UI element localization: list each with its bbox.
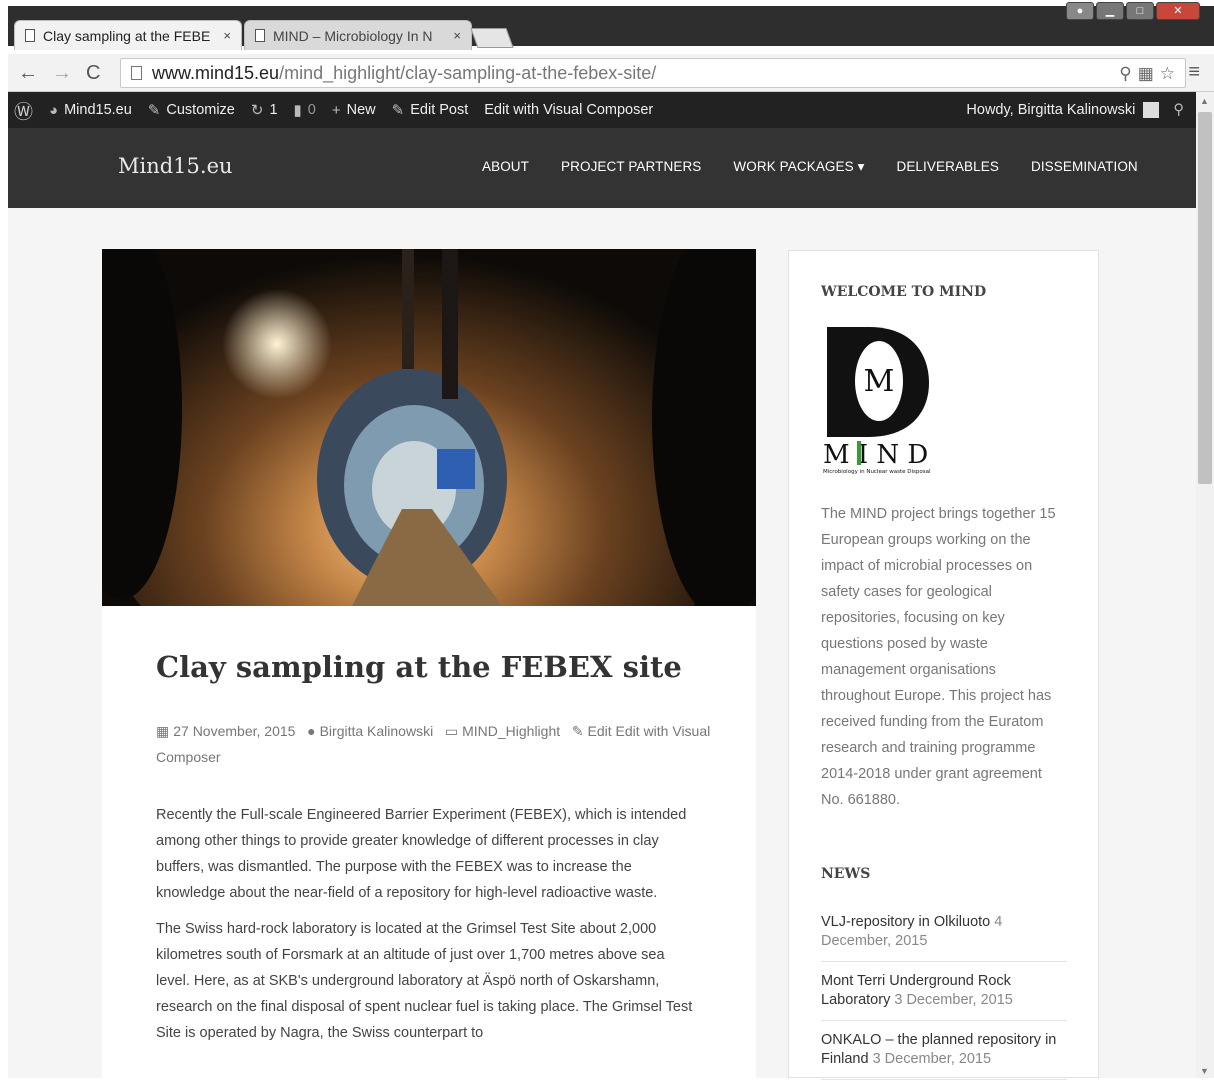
- calendar-icon: ▦: [156, 723, 170, 739]
- logo-word: M I N D: [823, 440, 928, 470]
- admin-site-link[interactable]: ◕ Mind15.eu: [49, 102, 132, 119]
- howdy-user-link[interactable]: Howdy, Birgitta Kalinowski: [966, 102, 1135, 118]
- close-icon[interactable]: ×: [453, 28, 461, 43]
- brush-icon: ✎: [147, 102, 161, 119]
- post-author[interactable]: Birgitta Kalinowski: [320, 723, 434, 739]
- news-widget-title: NEWS: [821, 866, 871, 882]
- news-item: Mont Terri Underground Rock Laboratory 3…: [821, 962, 1067, 1021]
- url-host: www.mind15.eu: [152, 62, 280, 83]
- back-icon[interactable]: ←: [18, 62, 38, 85]
- nav-deliverables[interactable]: DELIVERABLES: [896, 159, 999, 175]
- logo-tagline: Microbiology in Nuclear waste Disposal: [823, 469, 931, 475]
- scroll-up-icon[interactable]: ▲: [1200, 96, 1209, 106]
- new-tab-button[interactable]: [470, 28, 514, 48]
- dashboard-icon: ◕: [49, 101, 59, 119]
- post-article: Clay sampling at the FEBEX site ▦ 27 Nove…: [102, 606, 756, 1078]
- maximize-button[interactable]: □: [1126, 2, 1154, 20]
- customize-link[interactable]: ✎ Customize: [148, 101, 235, 119]
- news-date: 3 December, 2015: [872, 1051, 992, 1067]
- tab-clay-sampling[interactable]: Clay sampling at the FEBE ×: [14, 20, 242, 50]
- logo-letter: M: [864, 364, 895, 399]
- site-header: Mind15.eu ABOUT PROJECT PARTNERS WORK PA…: [8, 128, 1196, 208]
- main-nav: ABOUT PROJECT PARTNERS WORK PACKAGES ▾ D…: [482, 159, 1138, 175]
- post-category[interactable]: MIND_Highlight: [462, 723, 560, 739]
- post-featured-image: [102, 249, 756, 606]
- pencil-icon: ✎: [391, 102, 405, 119]
- admin-account: Howdy, Birgitta Kalinowski ⚲: [966, 92, 1184, 128]
- nav-work-packages[interactable]: WORK PACKAGES ▾: [733, 159, 864, 175]
- page-icon: [255, 29, 265, 42]
- news-link[interactable]: VLJ-repository in Olkiluoto: [821, 914, 990, 930]
- tab-label: MIND – Microbiology In N: [273, 27, 433, 44]
- close-icon[interactable]: ×: [223, 28, 231, 43]
- sidebar: WELCOME TO MIND M M I N D Microbiology i…: [788, 250, 1099, 1080]
- address-bar: ← → C www.mind15.eu /mind_highlight/clay…: [8, 54, 1214, 92]
- avatar[interactable]: [1143, 102, 1160, 118]
- welcome-text: The MIND project brings together 15 Euro…: [821, 506, 1056, 808]
- scrollbar[interactable]: ▲ ▼: [1196, 92, 1214, 1078]
- bookmark-star-icon[interactable]: ☆: [1160, 64, 1175, 84]
- page-icon: [25, 29, 35, 42]
- post-title: Clay sampling at the FEBEX site: [156, 650, 682, 684]
- news-item: VLJ-repository in Olkiluoto 4 December, …: [821, 903, 1067, 962]
- post-body: Recently the Full-scale Engineered Barri…: [156, 802, 701, 1056]
- forward-icon[interactable]: →: [52, 62, 72, 85]
- post-paragraph: Recently the Full-scale Engineered Barri…: [156, 807, 687, 901]
- post-date[interactable]: 27 November, 2015: [173, 723, 295, 739]
- updates-link[interactable]: ↻ 1: [251, 101, 278, 119]
- scroll-down-icon[interactable]: ▼: [1200, 1066, 1209, 1076]
- wp-admin-bar: Ⓦ ◕ Mind15.eu ✎ Customize ↻ 1 ▮ 0 + New ✎ Edit…: [8, 92, 1196, 128]
- mind-logo: M M I N D Microbiology in Nuclear waste …: [821, 325, 931, 475]
- edit-post-link[interactable]: ✎ Edit Post: [392, 101, 469, 119]
- reload-icon[interactable]: C: [86, 62, 100, 85]
- post-paragraph: The Swiss hard-rock laboratory is locate…: [156, 921, 693, 1041]
- close-window-button[interactable]: ✕: [1156, 2, 1200, 20]
- url-path: /mind_highlight/clay-sampling-at-the-feb…: [279, 62, 657, 83]
- nav-about[interactable]: ABOUT: [482, 159, 529, 175]
- edit-icon: ✎: [571, 723, 584, 739]
- window-controls: ● ▁ □ ✕: [1066, 2, 1200, 20]
- search-icon[interactable]: ⚲: [1173, 102, 1184, 118]
- post-meta: ▦ 27 November, 2015 ● Birgitta Kalinowski …: [156, 718, 716, 770]
- user-icon: ●: [307, 723, 316, 739]
- plus-icon: +: [331, 101, 341, 119]
- new-content-link[interactable]: + New: [332, 102, 376, 119]
- menu-icon[interactable]: ≡: [1188, 61, 1200, 84]
- mind-logo-image: M M I N D Microbiology in Nuclear waste …: [823, 327, 931, 475]
- browser-titlebar: Clay sampling at the FEBE × MIND – Micro…: [0, 0, 1214, 54]
- url-input[interactable]: www.mind15.eu /mind_highlight/clay-sampl…: [120, 58, 1186, 88]
- nav-project-partners[interactable]: PROJECT PARTNERS: [561, 159, 701, 175]
- scroll-thumb[interactable]: [1198, 112, 1212, 484]
- nav-dissemination[interactable]: DISSEMINATION: [1031, 159, 1138, 175]
- user-icon[interactable]: ●: [1066, 2, 1094, 20]
- page-icon: [131, 66, 142, 80]
- wordpress-logo-icon[interactable]: Ⓦ: [14, 97, 33, 124]
- updates-icon: ↻: [250, 102, 264, 119]
- edit-visual-composer-link[interactable]: Edit with Visual Composer: [484, 102, 653, 118]
- tab-mind[interactable]: MIND – Microbiology In N ×: [244, 20, 472, 50]
- zoom-icon[interactable]: ⚲: [1119, 64, 1131, 84]
- comments-link[interactable]: ▮ 0: [294, 101, 316, 119]
- news-item: ONKALO – the planned repository in Finla…: [821, 1021, 1067, 1080]
- news-list: VLJ-repository in Olkiluoto 4 December, …: [821, 903, 1067, 1080]
- omnibox-icons: ⚲ ▦ ☆: [1119, 64, 1175, 84]
- comment-icon: ▮: [293, 102, 302, 119]
- folder-icon: ▭: [444, 723, 459, 739]
- minimize-button[interactable]: ▁: [1096, 2, 1124, 20]
- welcome-widget-title: WELCOME TO MIND: [821, 284, 987, 300]
- tunnel-photo: [102, 249, 756, 606]
- site-title[interactable]: Mind15.eu: [118, 154, 233, 178]
- translate-icon[interactable]: ▦: [1138, 64, 1154, 84]
- news-date: 3 December, 2015: [894, 992, 1013, 1008]
- tab-label: Clay sampling at the FEBE: [43, 27, 211, 44]
